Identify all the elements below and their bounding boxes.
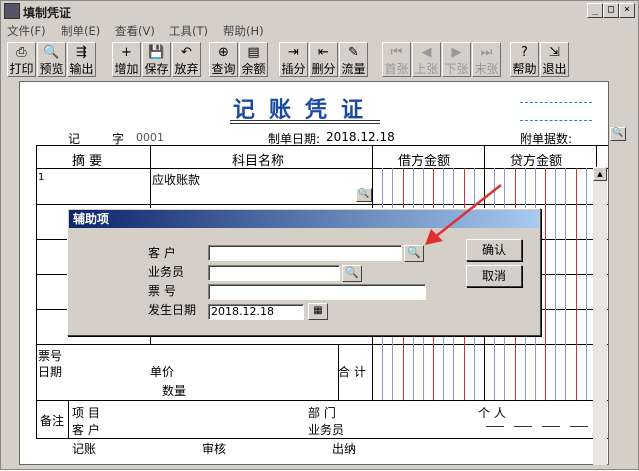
arrow-shaft — [434, 184, 502, 238]
voucher-window: 填制凭证 _ □ × 文件(F) 制单(E) 查看(V) 工具(T) 帮助(H)… — [0, 0, 639, 470]
annotation-arrow — [425, 184, 502, 245]
